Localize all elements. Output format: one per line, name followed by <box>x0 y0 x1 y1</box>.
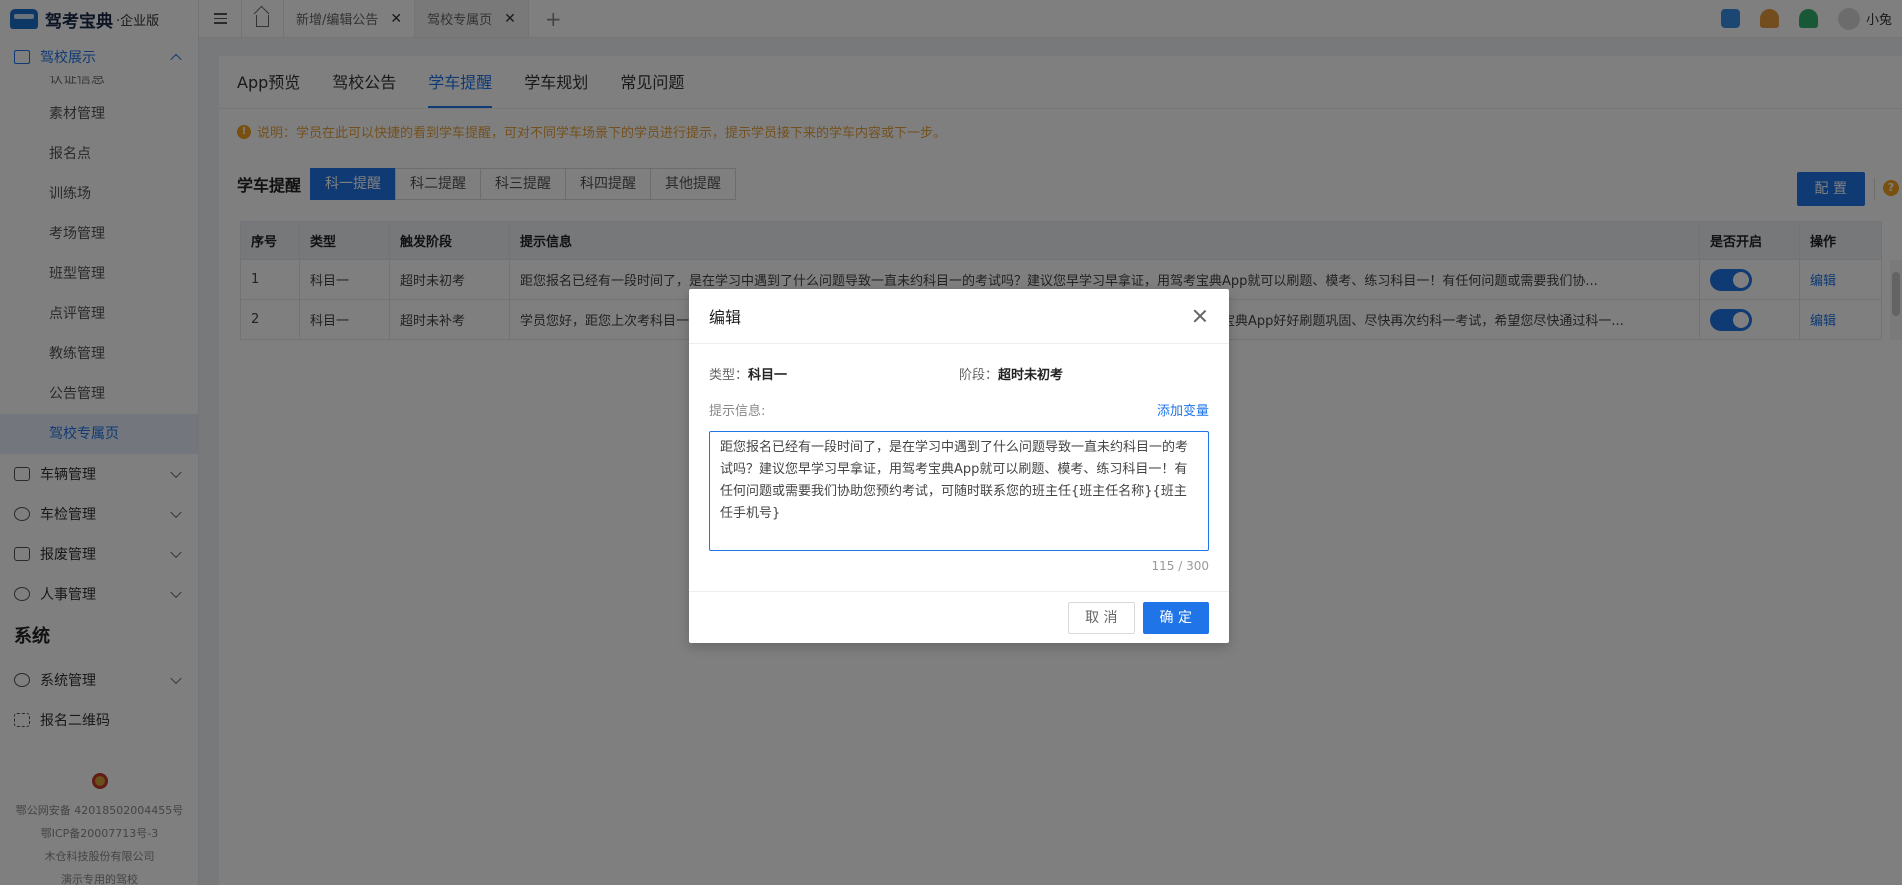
type-value: 科目一 <box>748 368 788 383</box>
hint-row: 提示信息: 添加变量 <box>709 400 1209 419</box>
edit-dialog: 编辑 类型：科目一 阶段：超时未初考 提示信息: 添加变量 距您报名已经有一段时… <box>689 289 1229 643</box>
confirm-button[interactable]: 确 定 <box>1142 601 1209 634</box>
cancel-button[interactable]: 取 消 <box>1068 601 1135 634</box>
stage-info: 阶段：超时未初考 <box>959 364 1209 383</box>
char-counter: 115 / 300 <box>1151 559 1209 573</box>
dialog-body: 类型：科目一 阶段：超时未初考 提示信息: 添加变量 距您报名已经有一段时间了，… <box>689 344 1229 573</box>
dialog-header: 编辑 <box>689 289 1229 344</box>
type-info: 类型：科目一 <box>709 364 959 383</box>
hint-label: 提示信息: <box>709 404 766 419</box>
add-variable-link[interactable]: 添加变量 <box>1157 400 1209 419</box>
type-label: 类型： <box>709 368 749 383</box>
dialog-title: 编辑 <box>709 308 742 327</box>
close-icon[interactable] <box>1191 307 1209 325</box>
message-textarea[interactable]: 距您报名已经有一段时间了，是在学习中遇到了什么问题导致一直未约科目一的考试吗？建… <box>709 431 1209 551</box>
stage-value: 超时未初考 <box>998 368 1064 383</box>
dialog-footer: 取 消 确 定 <box>689 591 1229 643</box>
stage-label: 阶段： <box>959 368 999 383</box>
info-row: 类型：科目一 阶段：超时未初考 <box>709 364 1209 383</box>
